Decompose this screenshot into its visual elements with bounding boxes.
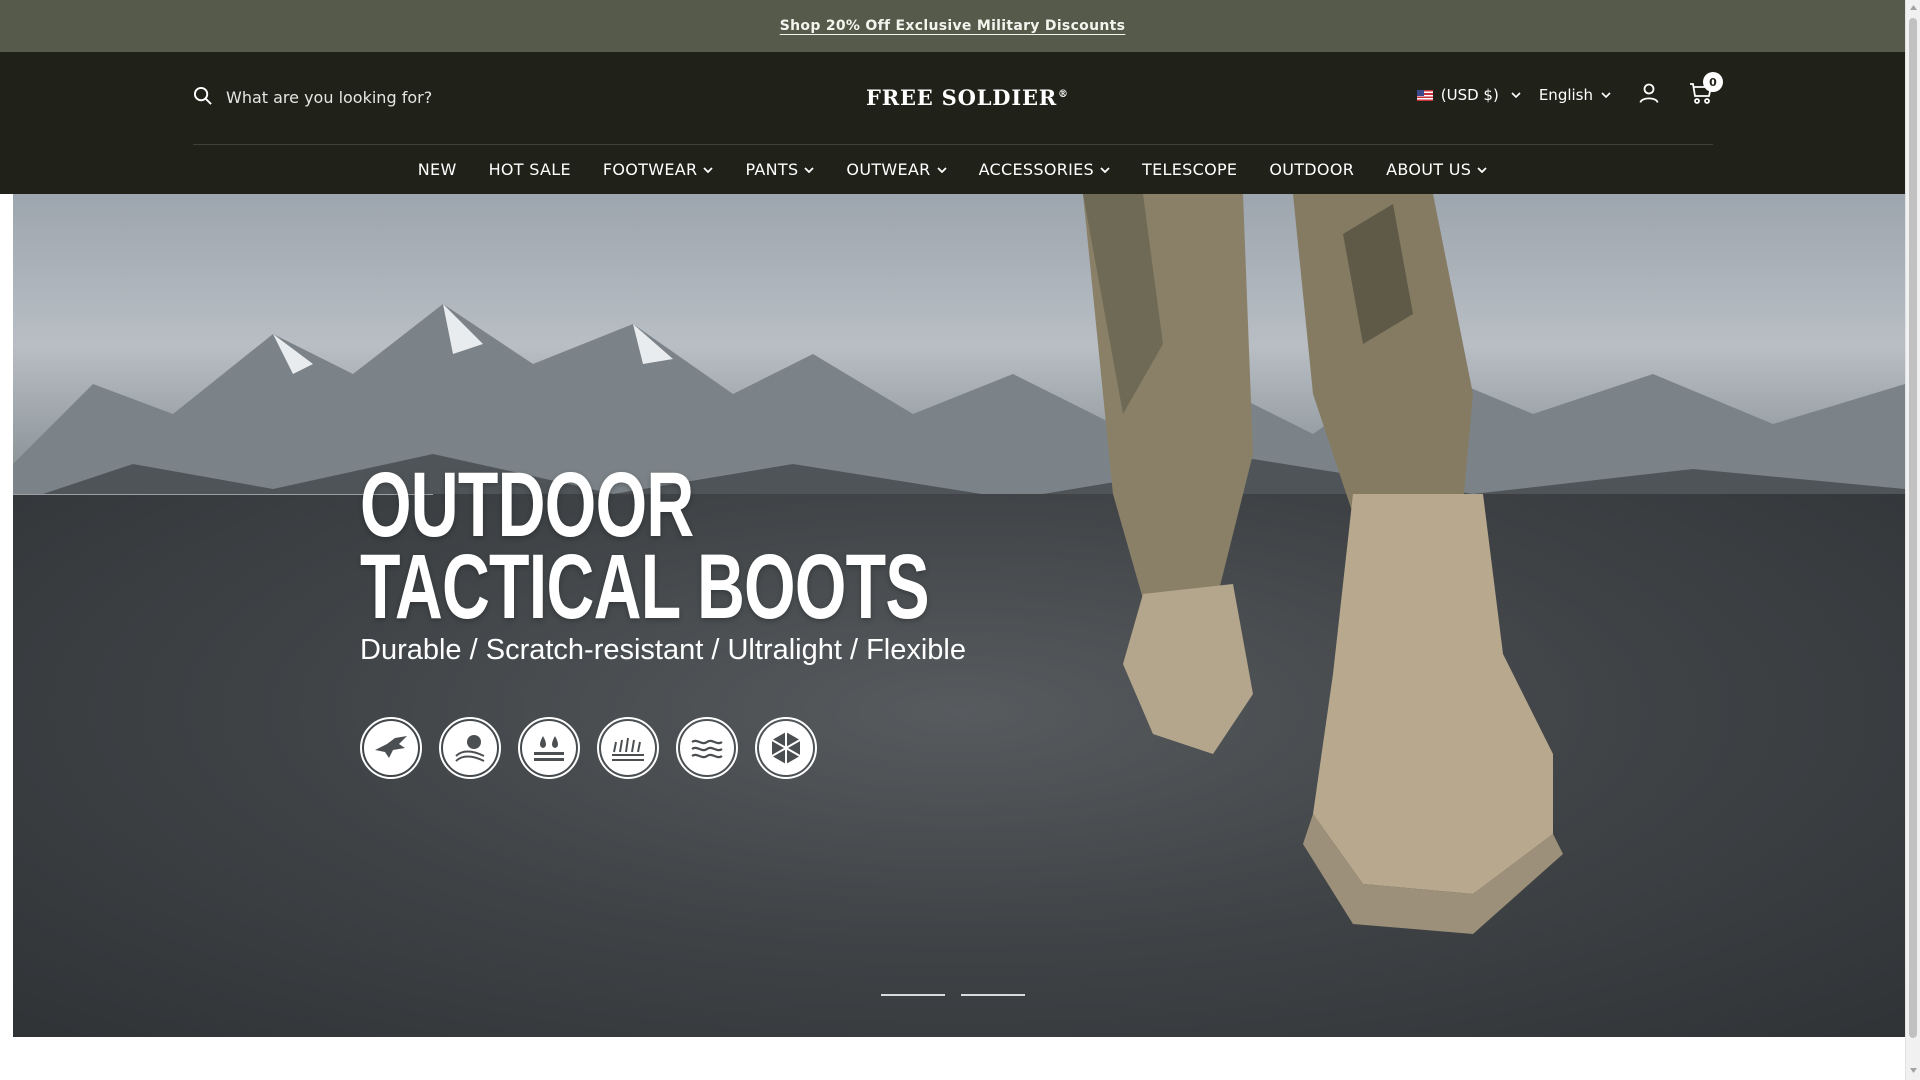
header-top: FREE SOLDIER® (USD $) English 0 <box>193 52 1723 145</box>
nav-item-new[interactable]: NEW <box>418 160 457 179</box>
announcement-bar: Shop 20% Off Exclusive Military Discount… <box>0 0 1905 52</box>
hero-subtitle: Durable / Scratch-resistant / Ultralight… <box>360 634 966 666</box>
moon-wave-icon <box>439 717 501 779</box>
hero-title-line-1: OUTDOOR <box>360 454 694 556</box>
scrollbar-thumb[interactable] <box>1909 18 1917 1038</box>
feature-icons <box>360 717 817 779</box>
nav-item-outdoor[interactable]: OUTDOOR <box>1269 160 1354 179</box>
slider-pagination <box>881 994 1025 996</box>
nav-item-label: OUTDOOR <box>1269 160 1355 179</box>
scroll-up-arrow-icon[interactable] <box>1909 3 1918 12</box>
site-logo[interactable]: FREE SOLDIER® <box>866 85 1069 110</box>
cart-count-badge: 0 <box>1703 72 1723 92</box>
announcement-link[interactable]: Shop 20% Off Exclusive Military Discount… <box>780 18 1126 34</box>
language-selector[interactable]: English <box>1539 86 1611 104</box>
chevron-down-icon <box>936 166 947 173</box>
nav-item-pants[interactable]: PANTS <box>745 160 815 179</box>
page-scrollbar[interactable] <box>1905 0 1920 1080</box>
nav-item-label: FOOTWEAR <box>602 160 698 179</box>
slider-dot-1[interactable] <box>881 994 945 996</box>
water-drops-icon <box>518 717 580 779</box>
header-actions: (USD $) English 0 <box>1416 72 1723 108</box>
nav-item-label: TELESCOPE <box>1142 160 1238 179</box>
hero-title-line-2: TACTICAL BOOTS <box>360 536 930 638</box>
nav-item-footwear[interactable]: FOOTWEAR <box>603 160 714 179</box>
chevron-down-icon <box>703 166 714 173</box>
chevron-down-icon <box>1100 166 1110 173</box>
hero-title: OUTDOOR TACTICAL BOOTS <box>360 454 930 638</box>
user-icon <box>1639 83 1659 103</box>
account-button[interactable] <box>1639 83 1659 107</box>
logo-text: FREE SOLDIER <box>866 85 1058 110</box>
chevron-down-icon <box>1601 92 1611 98</box>
nav-item-about-us[interactable]: ABOUT US <box>1386 160 1487 179</box>
chevron-down-icon <box>1477 166 1487 173</box>
search-bar <box>193 86 526 109</box>
grass-field-icon <box>597 717 659 779</box>
hero-text: OUTDOOR TACTICAL BOOTS Durable / Scratch… <box>360 454 1150 667</box>
search-icon[interactable] <box>193 86 212 109</box>
eagle-icon <box>360 717 422 779</box>
nav-item-accessories[interactable]: ACCESSORIES <box>979 160 1110 179</box>
slider-dot-2[interactable] <box>961 994 1025 996</box>
nav-item-label: PANTS <box>745 160 799 179</box>
hero-banner[interactable]: OUTDOOR TACTICAL BOOTS Durable / Scratch… <box>13 194 1905 1037</box>
nav-item-label: HOT SALE <box>488 160 571 179</box>
us-flag-icon <box>1416 89 1433 101</box>
nav-item-label: OUTWEAR <box>846 160 931 179</box>
water-waves-icon <box>676 717 738 779</box>
main-navigation: NEW HOT SALE FOOTWEAR PANTS OUTWEAR ACCE… <box>0 145 1905 194</box>
nav-item-label: ACCESSORIES <box>978 160 1095 179</box>
nav-item-outwear[interactable]: OUTWEAR <box>846 160 947 179</box>
search-input[interactable] <box>226 88 526 107</box>
nav-item-hot-sale[interactable]: HOT SALE <box>489 160 571 179</box>
language-label: English <box>1538 86 1593 104</box>
currency-selector[interactable]: (USD $) <box>1416 86 1521 104</box>
nav-item-label: ABOUT US <box>1386 160 1472 179</box>
nav-item-telescope[interactable]: TELESCOPE <box>1142 160 1237 179</box>
chevron-down-icon <box>1511 92 1521 98</box>
cart-button[interactable]: 0 <box>1689 72 1723 108</box>
site-header: FREE SOLDIER® (USD $) English 0 NEW HOT … <box>0 52 1905 194</box>
scroll-down-arrow-icon[interactable] <box>1909 1066 1918 1075</box>
logo-registered-mark: ® <box>1058 89 1069 100</box>
currency-label: (USD $) <box>1440 86 1499 104</box>
hexagon-shield-icon <box>755 717 817 779</box>
nav-item-label: NEW <box>417 160 457 179</box>
chevron-down-icon <box>804 166 815 173</box>
